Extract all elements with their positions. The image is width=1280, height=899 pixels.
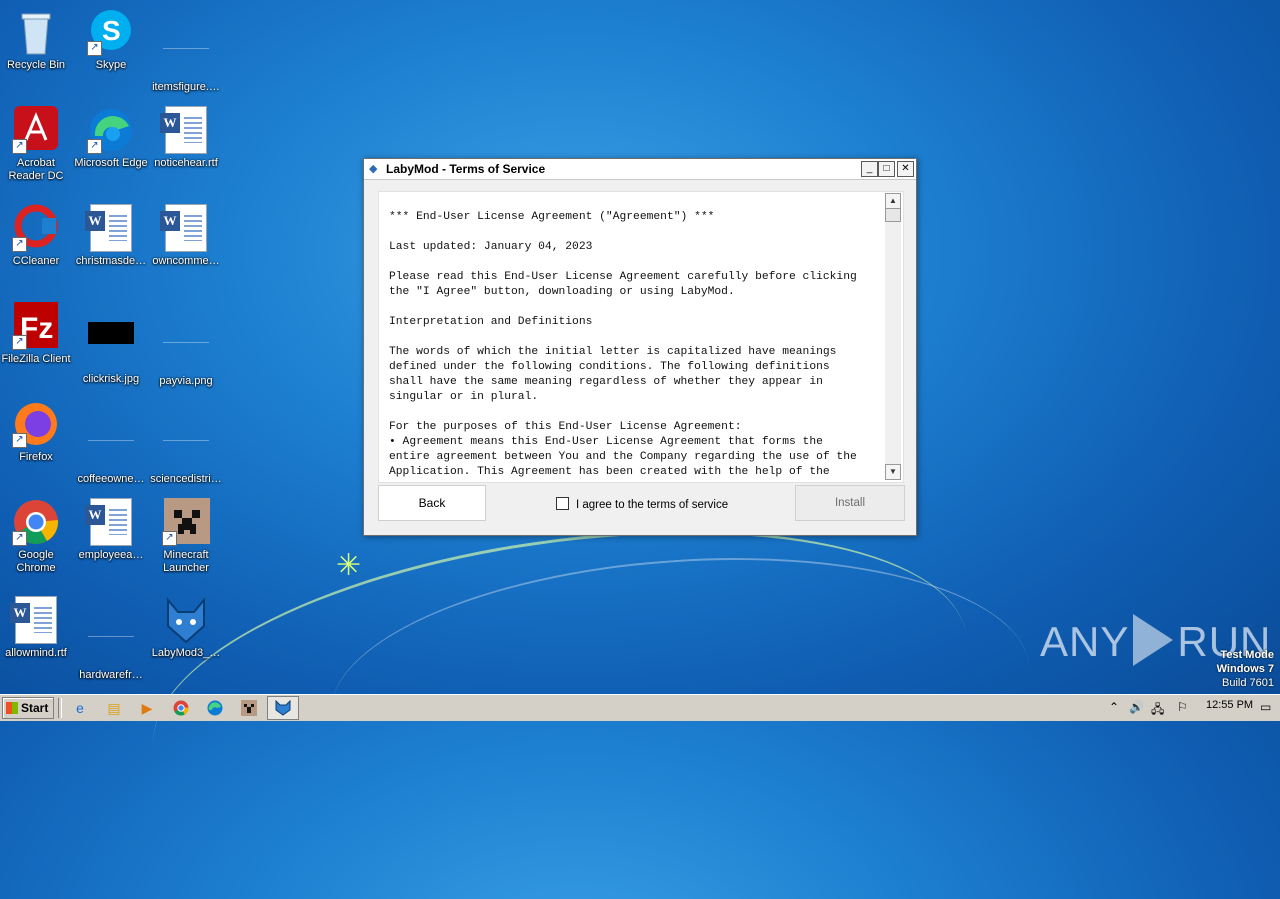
- scroll-thumb[interactable]: [885, 208, 901, 222]
- minimize-button[interactable]: _: [861, 161, 878, 177]
- desktop-icon-hardwarefr[interactable]: hardwarefr…: [73, 596, 149, 682]
- window-title: LabyMod - Terms of Service: [386, 162, 546, 176]
- taskbar-labymod-active[interactable]: [267, 696, 299, 720]
- chrome-icon: ↗: [12, 498, 60, 546]
- action-center-flag-icon[interactable]: ⚐: [1177, 700, 1188, 714]
- scroll-up-arrow-icon[interactable]: ▲: [885, 193, 901, 209]
- install-button[interactable]: Install: [795, 485, 905, 521]
- volume-icon[interactable]: 🔊: [1129, 700, 1144, 714]
- license-text-area[interactable]: *** End-User License Agreement ("Agreeme…: [378, 191, 904, 483]
- os-version-line: Windows 7: [1216, 663, 1274, 675]
- shortcut-arrow-icon: ↗: [12, 237, 27, 252]
- shortcut-arrow-icon: ↗: [12, 433, 27, 448]
- shortcut-arrow-icon: ↗: [87, 41, 102, 56]
- shortcut-arrow-icon: ↗: [12, 335, 27, 350]
- show-hidden-icons-icon[interactable]: ⌃: [1109, 700, 1119, 714]
- chrome-icon[interactable]: [171, 698, 191, 718]
- edge-icon[interactable]: [205, 698, 225, 718]
- desktop-icon-owncomme[interactable]: W owncomme…: [148, 204, 224, 268]
- labymod-tos-window: ◆ LabyMod - Terms of Service _ □ ✕ *** E…: [363, 158, 917, 536]
- desktop-icon-recycle-bin[interactable]: Recycle Bin: [0, 8, 74, 72]
- close-button[interactable]: ✕: [897, 161, 914, 177]
- shortcut-arrow-icon: ↗: [12, 531, 27, 546]
- desktop-icon-chrome[interactable]: ↗ Google Chrome: [0, 498, 74, 575]
- desktop-icon-filezilla[interactable]: Fz ↗ FileZilla Client: [0, 302, 74, 366]
- play-triangle-icon: [1133, 614, 1174, 666]
- agree-checkbox[interactable]: [556, 497, 569, 510]
- filezilla-icon: Fz ↗: [12, 302, 60, 350]
- windows-flag-icon: [6, 702, 18, 714]
- desktop-icon-clickrisk[interactable]: clickrisk.jpg: [73, 302, 149, 386]
- taskbar: Start e ▤ ▶ ⌃ 🔊 🖧 ⚐ ▭ 12:55 PM: [0, 694, 1280, 721]
- word-doc-icon: W: [160, 106, 210, 154]
- blank-file-icon: [162, 422, 210, 470]
- internet-explorer-icon[interactable]: e: [70, 698, 90, 718]
- window-titlebar[interactable]: ◆ LabyMod - Terms of Service _ □ ✕: [364, 159, 916, 180]
- wallpaper-sparkle: ✳: [336, 549, 362, 582]
- desktop-icon-itemsfigure[interactable]: itemsfigure.…: [148, 8, 224, 94]
- test-mode-line: Test Mode: [1220, 649, 1274, 661]
- network-icon[interactable]: 🖧: [1151, 700, 1164, 721]
- desktop-icon-payvia[interactable]: payvia.png: [148, 302, 224, 388]
- desktop-icon-employeea[interactable]: W employeea…: [73, 498, 149, 562]
- blank-file-icon: [162, 30, 210, 78]
- word-doc-icon: W: [160, 204, 210, 252]
- test-mode-notice: Test Mode Windows 7 Build 7601: [1217, 648, 1274, 690]
- media-player-icon[interactable]: ▶: [137, 698, 157, 718]
- agree-label[interactable]: I agree to the terms of service: [576, 499, 728, 511]
- blank-file-icon: [87, 422, 135, 470]
- desktop-icon-allowmind[interactable]: W allowmind.rtf: [0, 596, 74, 660]
- blank-file-icon: [162, 324, 210, 372]
- vertical-scrollbar[interactable]: ▲ ▼: [885, 193, 901, 480]
- desktop-icon-minecraft[interactable]: ↗ Minecraft Launcher: [148, 498, 224, 575]
- acrobat-icon: ↗: [12, 106, 60, 154]
- blank-file-icon: [87, 618, 135, 666]
- minecraft-icon: ↗: [162, 498, 210, 546]
- desktop-icon-sciencedistri[interactable]: sciencedistri…: [148, 400, 224, 486]
- license-text: *** End-User License Agreement ("Agreeme…: [389, 211, 857, 478]
- build-line: Build 7601: [1222, 677, 1274, 689]
- start-button[interactable]: Start: [2, 697, 54, 719]
- system-tray: ⌃ 🔊 🖧 ⚐ ▭: [1105, 697, 1280, 719]
- shortcut-arrow-icon: ↗: [162, 531, 177, 546]
- firefox-icon: ↗: [12, 400, 60, 448]
- back-button[interactable]: Back: [378, 485, 486, 521]
- image-file-icon: [87, 322, 135, 370]
- edge-icon: ↗: [87, 106, 135, 154]
- minecraft-icon[interactable]: [239, 698, 259, 718]
- recycle-bin-icon: [12, 8, 60, 56]
- word-doc-icon: W: [10, 596, 60, 644]
- scroll-down-arrow-icon[interactable]: ▼: [885, 464, 901, 480]
- skype-icon: S ↗: [87, 8, 135, 56]
- start-label: Start: [21, 701, 49, 715]
- agree-checkbox-row[interactable]: I agree to the terms of service: [556, 497, 728, 511]
- labymod-icon: [162, 596, 210, 644]
- desktop-icon-skype[interactable]: S ↗ Skype: [73, 8, 149, 72]
- maximize-button[interactable]: □: [878, 161, 895, 177]
- desktop-icon-labymod-installer[interactable]: LabyMod3_…: [148, 596, 224, 660]
- labymod-icon: [268, 699, 298, 721]
- explorer-icon[interactable]: ▤: [104, 698, 124, 718]
- shortcut-arrow-icon: ↗: [12, 139, 27, 154]
- word-doc-icon: W: [85, 204, 135, 252]
- desktop-icon-acrobat[interactable]: ↗ Acrobat Reader DC: [0, 106, 74, 183]
- taskbar-clock[interactable]: 12:55 PM: [1206, 699, 1253, 711]
- anyrun-brand-left: ANY: [1040, 618, 1130, 665]
- labymod-icon: ◆: [369, 163, 378, 175]
- desktop-icon-edge[interactable]: ↗ Microsoft Edge: [73, 106, 149, 170]
- taskbar-separator: [58, 698, 62, 718]
- svg-text:S: S: [102, 15, 121, 46]
- shortcut-arrow-icon: ↗: [87, 139, 102, 154]
- show-desktop-icon[interactable]: ▭: [1260, 700, 1271, 714]
- desktop-icon-firefox[interactable]: ↗ Firefox: [0, 400, 74, 464]
- word-doc-icon: W: [85, 498, 135, 546]
- desktop-icon-coffeeowne[interactable]: coffeeowne…: [73, 400, 149, 486]
- desktop-icon-ccleaner[interactable]: ↗ CCleaner: [0, 204, 74, 268]
- ccleaner-icon: ↗: [12, 204, 60, 252]
- desktop-icon-christmasde[interactable]: W christmasde…: [73, 204, 149, 268]
- desktop-icon-noticehear[interactable]: W noticehear.rtf: [148, 106, 224, 170]
